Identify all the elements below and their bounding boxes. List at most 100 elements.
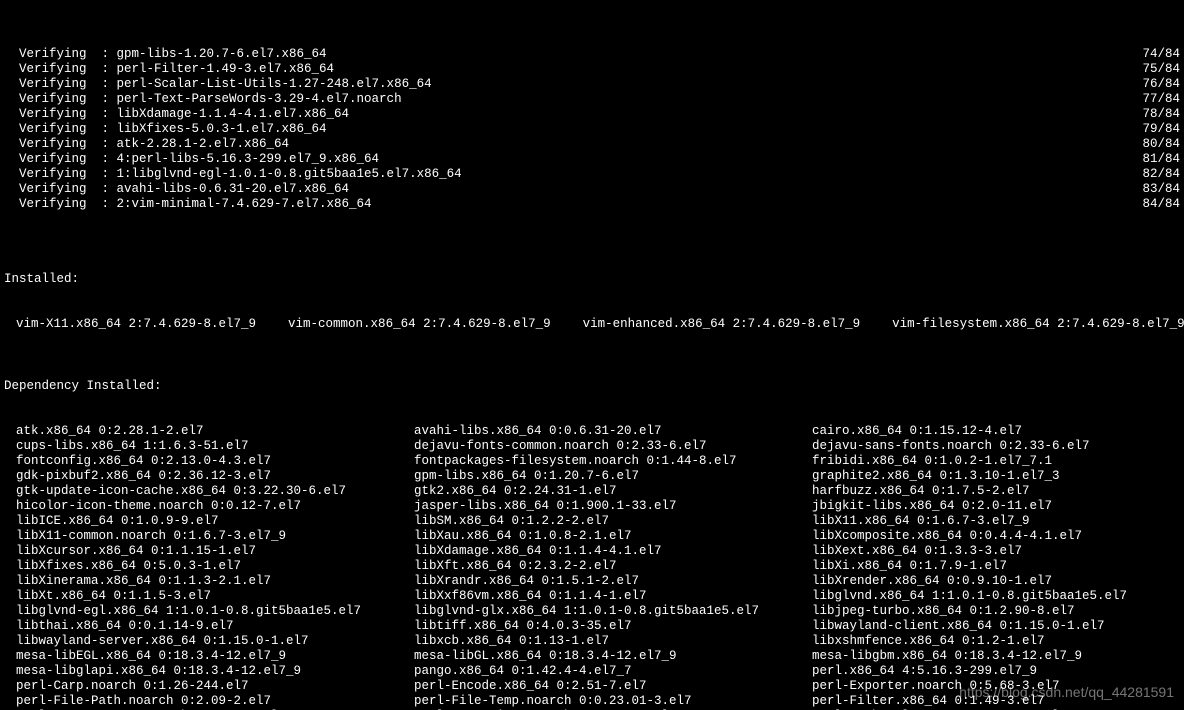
- dep-pkg: fontconfig.x86_64 0:2.13.0-4.3.el7: [16, 454, 414, 469]
- verify-count: 80/84: [1142, 137, 1180, 152]
- verify-pkg: Verifying : libXfixes-5.0.3-1.el7.x86_64: [4, 122, 327, 137]
- dep-pkg: mesa-libglapi.x86_64 0:18.3.4-12.el7_9: [16, 664, 414, 679]
- verify-row: Verifying : atk-2.28.1-2.el7.x86_64 80/84: [4, 137, 1180, 152]
- verify-count: 74/84: [1142, 47, 1180, 62]
- dep-pkg: libX11.x86_64 0:1.6.7-3.el7_9: [812, 514, 1184, 529]
- dep-pkg: perl.x86_64 4:5.16.3-299.el7_9: [812, 664, 1184, 679]
- dep-col-1: atk.x86_64 0:2.28.1-2.el7cups-libs.x86_6…: [16, 424, 414, 710]
- dep-pkg: jasper-libs.x86_64 0:1.900.1-33.el7: [414, 499, 812, 514]
- verify-pkg: Verifying : perl-Text-ParseWords-3.29-4.…: [4, 92, 402, 107]
- dep-col-2: avahi-libs.x86_64 0:0.6.31-20.el7dejavu-…: [414, 424, 812, 710]
- verify-count: 84/84: [1142, 197, 1180, 212]
- dep-pkg: perl-Filter.x86_64 0:1.49-3.el7: [812, 694, 1184, 709]
- dep-pkg: perl-Encode.x86_64 0:2.51-7.el7: [414, 679, 812, 694]
- dep-pkg: libxshmfence.x86_64 0:1.2-1.el7: [812, 634, 1184, 649]
- dep-pkg: libglvnd-glx.x86_64 1:1.0.1-0.8.git5baa1…: [414, 604, 812, 619]
- dep-pkg: perl-Exporter.noarch 0:5.68-3.el7: [812, 679, 1184, 694]
- dep-pkg: gpm-libs.x86_64 0:1.20.7-6.el7: [414, 469, 812, 484]
- dep-pkg: harfbuzz.x86_64 0:1.7.5-2.el7: [812, 484, 1184, 499]
- verify-row: Verifying : libXdamage-1.1.4-4.1.el7.x86…: [4, 107, 1180, 122]
- dep-pkg: jbigkit-libs.x86_64 0:2.0-11.el7: [812, 499, 1184, 514]
- installed-pkg: vim-X11.x86_64 2:7.4.629-8.el7_9: [16, 317, 256, 332]
- dep-pkg: fontpackages-filesystem.noarch 0:1.44-8.…: [414, 454, 812, 469]
- verify-pkg: Verifying : atk-2.28.1-2.el7.x86_64: [4, 137, 289, 152]
- installed-pkg: vim-enhanced.x86_64 2:7.4.629-8.el7_9: [583, 317, 861, 332]
- dep-pkg: libXinerama.x86_64 0:1.1.3-2.1.el7: [16, 574, 414, 589]
- dep-pkg: libglvnd-egl.x86_64 1:1.0.1-0.8.git5baa1…: [16, 604, 414, 619]
- verify-row: Verifying : perl-Scalar-List-Utils-1.27-…: [4, 77, 1180, 92]
- dep-pkg: gtk2.x86_64 0:2.24.31-1.el7: [414, 484, 812, 499]
- dep-pkg: libX11-common.noarch 0:1.6.7-3.el7_9: [16, 529, 414, 544]
- dep-col-3: cairo.x86_64 0:1.15.12-4.el7dejavu-sans-…: [812, 424, 1184, 710]
- dep-pkg: libxcb.x86_64 0:1.13-1.el7: [414, 634, 812, 649]
- dep-pkg: libICE.x86_64 0:1.0.9-9.el7: [16, 514, 414, 529]
- verifying-block: Verifying : gpm-libs-1.20.7-6.el7.x86_64…: [4, 47, 1180, 227]
- dep-pkg: mesa-libgbm.x86_64 0:18.3.4-12.el7_9: [812, 649, 1184, 664]
- verify-count: 83/84: [1142, 182, 1180, 197]
- verify-pkg: Verifying : perl-Scalar-List-Utils-1.27-…: [4, 77, 432, 92]
- verify-count: 82/84: [1142, 167, 1180, 182]
- dep-pkg: libXt.x86_64 0:1.1.5-3.el7: [16, 589, 414, 604]
- verify-row: Verifying : libXfixes-5.0.3-1.el7.x86_64…: [4, 122, 1180, 137]
- verify-pkg: Verifying : libXdamage-1.1.4-4.1.el7.x86…: [4, 107, 349, 122]
- verify-count: 75/84: [1142, 62, 1180, 77]
- dependency-columns: atk.x86_64 0:2.28.1-2.el7cups-libs.x86_6…: [4, 424, 1180, 710]
- verify-count: 77/84: [1142, 92, 1180, 107]
- dep-pkg: libXext.x86_64 0:1.3.3-3.el7: [812, 544, 1184, 559]
- dep-pkg: dejavu-fonts-common.noarch 0:2.33-6.el7: [414, 439, 812, 454]
- verify-pkg: Verifying : perl-Filter-1.49-3.el7.x86_6…: [4, 62, 334, 77]
- verify-row: Verifying : perl-Text-ParseWords-3.29-4.…: [4, 92, 1180, 107]
- installed-pkg: vim-filesystem.x86_64 2:7.4.629-8.el7_9: [892, 317, 1184, 332]
- dep-pkg: libXcursor.x86_64 0:1.1.15-1.el7: [16, 544, 414, 559]
- dep-pkg: libSM.x86_64 0:1.2.2-2.el7: [414, 514, 812, 529]
- dep-pkg: perl-Carp.noarch 0:1.26-244.el7: [16, 679, 414, 694]
- terminal-output[interactable]: Verifying : gpm-libs-1.20.7-6.el7.x86_64…: [0, 0, 1184, 710]
- dep-pkg: perl-File-Temp.noarch 0:0.23.01-3.el7: [414, 694, 812, 709]
- verify-row: Verifying : 4:perl-libs-5.16.3-299.el7_9…: [4, 152, 1180, 167]
- verify-row: Verifying : 2:vim-minimal-7.4.629-7.el7.…: [4, 197, 1180, 212]
- verify-row: Verifying : perl-Filter-1.49-3.el7.x86_6…: [4, 62, 1180, 77]
- verify-pkg: Verifying : 4:perl-libs-5.16.3-299.el7_9…: [4, 152, 379, 167]
- verify-count: 78/84: [1142, 107, 1180, 122]
- dep-pkg: libwayland-client.x86_64 0:1.15.0-1.el7: [812, 619, 1184, 634]
- dep-pkg: gtk-update-icon-cache.x86_64 0:3.22.30-6…: [16, 484, 414, 499]
- dep-pkg: avahi-libs.x86_64 0:0.6.31-20.el7: [414, 424, 812, 439]
- installed-header: Installed:: [4, 272, 1180, 287]
- dep-pkg: pango.x86_64 0:1.42.4-4.el7_7: [414, 664, 812, 679]
- verify-pkg: Verifying : avahi-libs-0.6.31-20.el7.x86…: [4, 182, 349, 197]
- dep-pkg: libXdamage.x86_64 0:1.1.4-4.1.el7: [414, 544, 812, 559]
- verify-pkg: Verifying : 2:vim-minimal-7.4.629-7.el7.…: [4, 197, 372, 212]
- dep-pkg: libXi.x86_64 0:1.7.9-1.el7: [812, 559, 1184, 574]
- verify-row: Verifying : avahi-libs-0.6.31-20.el7.x86…: [4, 182, 1180, 197]
- dep-pkg: graphite2.x86_64 0:1.3.10-1.el7_3: [812, 469, 1184, 484]
- dep-pkg: libXrandr.x86_64 0:1.5.1-2.el7: [414, 574, 812, 589]
- dep-pkg: gdk-pixbuf2.x86_64 0:2.36.12-3.el7: [16, 469, 414, 484]
- dep-pkg: libXfixes.x86_64 0:5.0.3-1.el7: [16, 559, 414, 574]
- dep-pkg: mesa-libGL.x86_64 0:18.3.4-12.el7_9: [414, 649, 812, 664]
- dep-pkg: cairo.x86_64 0:1.15.12-4.el7: [812, 424, 1184, 439]
- dep-pkg: libXrender.x86_64 0:0.9.10-1.el7: [812, 574, 1184, 589]
- verify-pkg: Verifying : gpm-libs-1.20.7-6.el7.x86_64: [4, 47, 327, 62]
- installed-pkg: vim-common.x86_64 2:7.4.629-8.el7_9: [288, 317, 551, 332]
- verify-count: 76/84: [1142, 77, 1180, 92]
- dep-pkg: libXxf86vm.x86_64 0:1.1.4-1.el7: [414, 589, 812, 604]
- verify-pkg: Verifying : 1:libglvnd-egl-1.0.1-0.8.git…: [4, 167, 462, 182]
- dep-pkg: dejavu-sans-fonts.noarch 0:2.33-6.el7: [812, 439, 1184, 454]
- verify-count: 81/84: [1142, 152, 1180, 167]
- installed-list: vim-X11.x86_64 2:7.4.629-8.el7_9 vim-com…: [16, 317, 1180, 332]
- dep-pkg: mesa-libEGL.x86_64 0:18.3.4-12.el7_9: [16, 649, 414, 664]
- verify-row: Verifying : 1:libglvnd-egl-1.0.1-0.8.git…: [4, 167, 1180, 182]
- dep-pkg: hicolor-icon-theme.noarch 0:0.12-7.el7: [16, 499, 414, 514]
- verify-row: Verifying : gpm-libs-1.20.7-6.el7.x86_64…: [4, 47, 1180, 62]
- dep-pkg: libwayland-server.x86_64 0:1.15.0-1.el7: [16, 634, 414, 649]
- dep-pkg: libglvnd.x86_64 1:1.0.1-0.8.git5baa1e5.e…: [812, 589, 1184, 604]
- dep-pkg: libXcomposite.x86_64 0:0.4.4-4.1.el7: [812, 529, 1184, 544]
- dep-pkg: libXft.x86_64 0:2.3.2-2.el7: [414, 559, 812, 574]
- verify-count: 79/84: [1142, 122, 1180, 137]
- dep-pkg: libXau.x86_64 0:1.0.8-2.1.el7: [414, 529, 812, 544]
- dep-pkg: libtiff.x86_64 0:4.0.3-35.el7: [414, 619, 812, 634]
- dep-pkg: libjpeg-turbo.x86_64 0:1.2.90-8.el7: [812, 604, 1184, 619]
- dep-pkg: perl-File-Path.noarch 0:2.09-2.el7: [16, 694, 414, 709]
- dep-pkg: libthai.x86_64 0:0.1.14-9.el7: [16, 619, 414, 634]
- dep-pkg: fribidi.x86_64 0:1.0.2-1.el7_7.1: [812, 454, 1184, 469]
